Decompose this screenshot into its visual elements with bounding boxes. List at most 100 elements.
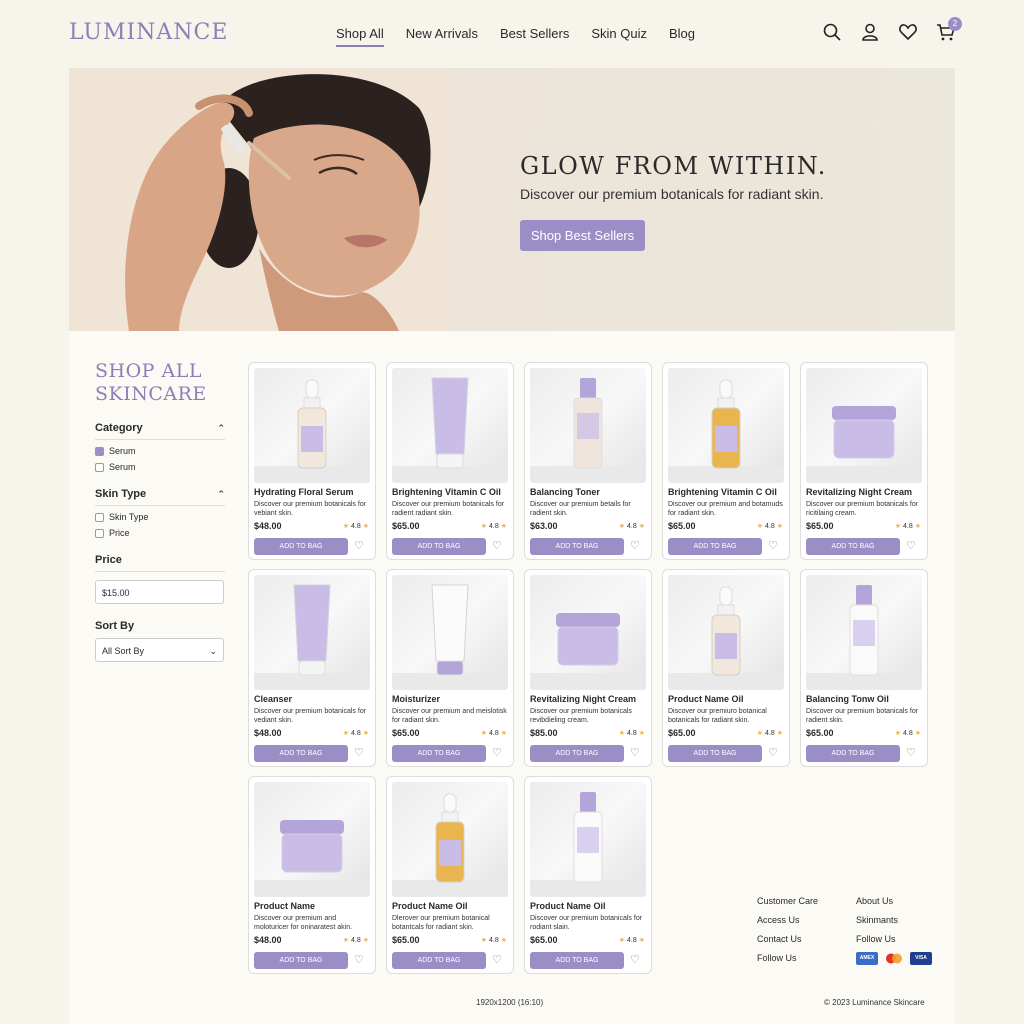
nav-best-sellers[interactable]: Best Sellers [500, 26, 569, 47]
product-name[interactable]: Moisturizer [392, 694, 510, 704]
wishlist-heart-icon[interactable]: ♡ [354, 540, 364, 552]
account-icon[interactable] [860, 22, 880, 42]
wishlist-heart-icon[interactable]: ♡ [630, 954, 640, 966]
footer-link-follow-us[interactable]: Follow Us [757, 949, 818, 968]
add-to-bag-button[interactable]: ADD TO BAG [530, 745, 624, 762]
wishlist-heart-icon[interactable]: ♡ [630, 747, 640, 759]
wishlist-heart-icon[interactable]: ♡ [906, 540, 916, 552]
skin-type-option[interactable]: Price [95, 528, 225, 538]
wishlist-heart-icon[interactable]: ♡ [768, 747, 778, 759]
nav-skin-quiz[interactable]: Skin Quiz [591, 26, 647, 47]
product-name[interactable]: Balancing Toner [530, 487, 648, 497]
product-name[interactable]: Balancing Tonw Oil [806, 694, 924, 704]
product-name[interactable]: Brightening Vitamin C Oil [392, 487, 510, 497]
checkbox-checked[interactable] [95, 446, 104, 456]
product-card[interactable]: Revitalizing Night Cream Discover our pre… [800, 362, 928, 560]
heart-icon[interactable] [898, 22, 918, 42]
add-to-bag-button[interactable]: ADD TO BAG [254, 745, 348, 762]
chevron-up-icon[interactable]: ⌃ [217, 489, 225, 500]
product-image[interactable] [668, 575, 784, 690]
footer-link-customer-care[interactable]: Customer Care [757, 892, 818, 911]
product-name[interactable]: Product Name [254, 901, 372, 911]
product-card[interactable]: Product Name Oil Discover our premium bot… [524, 776, 652, 974]
checkbox[interactable] [95, 462, 104, 472]
product-card[interactable]: Hydrating Floral Serum Discover our premi… [248, 362, 376, 560]
add-to-bag-button[interactable]: ADD TO BAG [806, 745, 900, 762]
wishlist-heart-icon[interactable]: ♡ [354, 747, 364, 759]
chevron-down-icon: ⌄ [209, 646, 217, 656]
product-image[interactable] [530, 368, 646, 483]
product-card[interactable]: Balancing Tonw Oil Discover our premium b… [800, 569, 928, 767]
footer-link-follow-us-2[interactable]: Follow Us [856, 930, 898, 949]
add-to-bag-button[interactable]: ADD TO BAG [392, 538, 486, 555]
product-name[interactable]: Revitalizing Night Cream [806, 487, 924, 497]
star-icon: ★ [362, 523, 369, 530]
footer-link-skinmants[interactable]: Skinmants [856, 911, 898, 930]
product-image[interactable] [806, 368, 922, 483]
product-card[interactable]: Balancing Toner Discover our premium beta… [524, 362, 652, 560]
product-image[interactable] [530, 575, 646, 690]
wishlist-heart-icon[interactable]: ♡ [906, 747, 916, 759]
product-image[interactable] [530, 782, 646, 897]
search-icon[interactable] [822, 22, 842, 42]
product-image[interactable] [806, 575, 922, 690]
sort-select[interactable]: All Sort By ⌄ [95, 638, 224, 662]
nav-blog[interactable]: Blog [669, 26, 695, 47]
add-to-bag-button[interactable]: ADD TO BAG [254, 952, 348, 969]
add-to-bag-button[interactable]: ADD TO BAG [668, 745, 762, 762]
cart-icon[interactable]: 2 [936, 17, 962, 42]
wishlist-heart-icon[interactable]: ♡ [492, 747, 502, 759]
product-image[interactable] [668, 368, 784, 483]
product-name[interactable]: Cleanser [254, 694, 372, 704]
add-to-bag-button[interactable]: ADD TO BAG [668, 538, 762, 555]
footer-link-access-us[interactable]: Access Us [757, 911, 818, 930]
add-to-bag-button[interactable]: ADD TO BAG [530, 952, 624, 969]
wishlist-heart-icon[interactable]: ♡ [492, 540, 502, 552]
product-card[interactable]: Product Name Oil Dlerover our premium bot… [386, 776, 514, 974]
product-image[interactable] [392, 368, 508, 483]
category-filter-header[interactable]: Category ⌃ [95, 422, 225, 440]
product-name[interactable]: Product Name Oil [530, 901, 648, 911]
chevron-up-icon[interactable]: ⌃ [217, 423, 225, 434]
product-name[interactable]: Product Name Oil [392, 901, 510, 911]
wishlist-heart-icon[interactable]: ♡ [354, 954, 364, 966]
add-to-bag-button[interactable]: ADD TO BAG [806, 538, 900, 555]
skin-type-option[interactable]: Skin Type [95, 512, 225, 522]
product-card[interactable]: Moisturizer Discover our premium and meis… [386, 569, 514, 767]
product-description: Discover our premium botanicals revibdie… [530, 708, 632, 724]
product-image[interactable] [392, 575, 508, 690]
footer-link-about-us[interactable]: About Us [856, 892, 898, 911]
add-to-bag-button[interactable]: ADD TO BAG [254, 538, 348, 555]
product-card[interactable]: Revitalizing Night Cream Discover our pre… [524, 569, 652, 767]
checkbox[interactable] [95, 528, 104, 538]
product-name[interactable]: Revitalizing Night Cream [530, 694, 648, 704]
product-card[interactable]: Cleanser Discover our premium botanicals … [248, 569, 376, 767]
product-image[interactable] [254, 575, 370, 690]
product-card[interactable]: Product Name Discover our premium and mol… [248, 776, 376, 974]
nav-shop-all[interactable]: Shop All [336, 26, 384, 47]
product-name[interactable]: Hydrating Floral Serum [254, 487, 372, 497]
checkbox[interactable] [95, 512, 104, 522]
product-image[interactable] [254, 782, 370, 897]
add-to-bag-button[interactable]: ADD TO BAG [392, 952, 486, 969]
product-card[interactable]: Brightening Vitamin C Oil Discover our pr… [662, 362, 790, 560]
product-name[interactable]: Brightening Vitamin C Oil [668, 487, 786, 497]
price-input[interactable]: $15.00 [95, 580, 224, 604]
category-option[interactable]: Serum [95, 462, 225, 472]
add-to-bag-button[interactable]: ADD TO BAG [392, 745, 486, 762]
product-image[interactable] [254, 368, 370, 483]
shop-best-sellers-button[interactable]: Shop Best Sellers [520, 220, 645, 251]
product-name[interactable]: Product Name Oil [668, 694, 786, 704]
wishlist-heart-icon[interactable]: ♡ [630, 540, 640, 552]
wishlist-heart-icon[interactable]: ♡ [492, 954, 502, 966]
wishlist-heart-icon[interactable]: ♡ [768, 540, 778, 552]
skin-type-filter-header[interactable]: Skin Type ⌃ [95, 488, 225, 506]
product-card[interactable]: Brightening Vitamin C Oil Discover our pr… [386, 362, 514, 560]
product-card[interactable]: Product Name Oil Discover our premiuro bo… [662, 569, 790, 767]
nav-new-arrivals[interactable]: New Arrivals [406, 26, 478, 47]
product-image[interactable] [392, 782, 508, 897]
add-to-bag-button[interactable]: ADD TO BAG [530, 538, 624, 555]
footer-link-contact-us[interactable]: Contact Us [757, 930, 818, 949]
category-option[interactable]: Serum [95, 446, 225, 456]
brand-logo[interactable]: LUMINANCE [69, 20, 228, 45]
